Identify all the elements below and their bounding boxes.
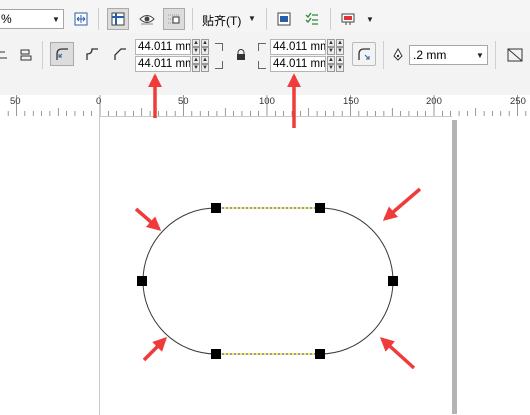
align-left-icon[interactable] bbox=[0, 45, 10, 65]
selection-handle[interactable] bbox=[315, 203, 325, 213]
launch-dropdown-icon[interactable]: ▼ bbox=[366, 15, 374, 24]
snap-to-label: 贴齐(T) bbox=[202, 14, 242, 28]
outline-pen-icon bbox=[390, 46, 406, 64]
spin-up-icon[interactable]: ▲ bbox=[192, 56, 200, 64]
spin-down-icon[interactable]: ▼ bbox=[336, 47, 344, 55]
snap-to-menu[interactable]: 贴齐(T) ▼ bbox=[198, 10, 258, 28]
spin-down-icon[interactable]: ▼ bbox=[336, 64, 344, 72]
corner-radius-top-right-field[interactable]: 44.011 mm bbox=[270, 39, 326, 55]
outline-width-dropdown-icon[interactable]: ▼ bbox=[476, 51, 484, 60]
shape-layer bbox=[137, 203, 398, 359]
outline-width-combo[interactable]: .2 mm ▼ bbox=[409, 45, 488, 65]
corner-radius-top-left-field[interactable]: 44.011 mm bbox=[135, 39, 191, 55]
corner-radius-bottom-left-field[interactable]: 44.011 mm bbox=[135, 56, 191, 72]
selection-handle[interactable] bbox=[388, 276, 398, 286]
horizontal-ruler[interactable]: 50 0 50 100 150 200 250 bbox=[0, 95, 530, 117]
outline-width-value: .2 mm bbox=[413, 48, 447, 62]
spin-up-icon[interactable]: ▲ bbox=[327, 39, 335, 47]
zoom-value: % bbox=[1, 12, 12, 26]
rounded-rectangle-shape[interactable] bbox=[142, 207, 394, 355]
scalloped-corner-icon[interactable] bbox=[80, 42, 104, 66]
view-grid-icon[interactable] bbox=[107, 8, 129, 30]
zoom-combo[interactable]: % ▼ bbox=[0, 9, 64, 29]
spin-up-icon[interactable]: ▲ bbox=[201, 56, 209, 64]
corner-marker-icon bbox=[215, 43, 223, 51]
spin-down-icon[interactable]: ▼ bbox=[327, 64, 335, 72]
selection-handle[interactable] bbox=[211, 349, 221, 359]
checklist-icon[interactable] bbox=[302, 9, 322, 29]
spin-down-icon[interactable]: ▼ bbox=[192, 64, 200, 72]
corner-marker-icon bbox=[258, 43, 266, 51]
spin-down-icon[interactable]: ▼ bbox=[201, 47, 209, 55]
spin-up-icon[interactable]: ▲ bbox=[336, 56, 344, 64]
spin-up-icon[interactable]: ▲ bbox=[327, 56, 335, 64]
corner-marker-icon bbox=[258, 61, 266, 69]
lock-icon[interactable] bbox=[233, 46, 249, 64]
ruler-gap bbox=[0, 77, 530, 95]
ruler-ticks bbox=[7, 95, 527, 116]
convert-to-curves-icon[interactable] bbox=[502, 43, 530, 67]
spin-up-icon[interactable]: ▲ bbox=[201, 39, 209, 47]
spin-down-icon[interactable]: ▼ bbox=[201, 64, 209, 72]
snap-grid-icon[interactable] bbox=[163, 8, 185, 30]
relative-corner-scaling-icon[interactable] bbox=[352, 42, 376, 66]
spin-up-icon[interactable]: ▲ bbox=[336, 39, 344, 47]
zoom-dropdown-icon[interactable]: ▼ bbox=[52, 15, 60, 24]
chamfered-corner-icon[interactable] bbox=[108, 42, 132, 66]
selection-handle[interactable] bbox=[137, 276, 147, 286]
spin-down-icon[interactable]: ▼ bbox=[327, 47, 335, 55]
round-corner-icon[interactable] bbox=[50, 42, 74, 66]
align-distribute-icon[interactable] bbox=[16, 45, 36, 65]
eye-icon[interactable] bbox=[136, 8, 158, 30]
spin-down-icon[interactable]: ▼ bbox=[192, 47, 200, 55]
spin-up-icon[interactable]: ▲ bbox=[192, 39, 200, 47]
options-icon[interactable] bbox=[274, 9, 294, 29]
selection-handle[interactable] bbox=[211, 203, 221, 213]
snap-dropdown-icon: ▼ bbox=[248, 14, 256, 23]
selection-handle[interactable] bbox=[315, 349, 325, 359]
launch-icon[interactable] bbox=[338, 9, 358, 29]
standard-toolbar: % ▼ 贴齐(T) ▼ ▼ bbox=[0, 0, 530, 33]
corner-marker-icon bbox=[215, 61, 223, 69]
drawing-canvas[interactable] bbox=[0, 116, 530, 415]
full-screen-preview-icon[interactable] bbox=[72, 10, 90, 28]
property-bar: 44.011 mm ▲ ▼ ▲ ▼ 44.011 mm ▲ ▼ ▲ ▼ 44.0… bbox=[0, 33, 530, 78]
corner-radius-bottom-right-field[interactable]: 44.011 mm bbox=[270, 56, 326, 72]
